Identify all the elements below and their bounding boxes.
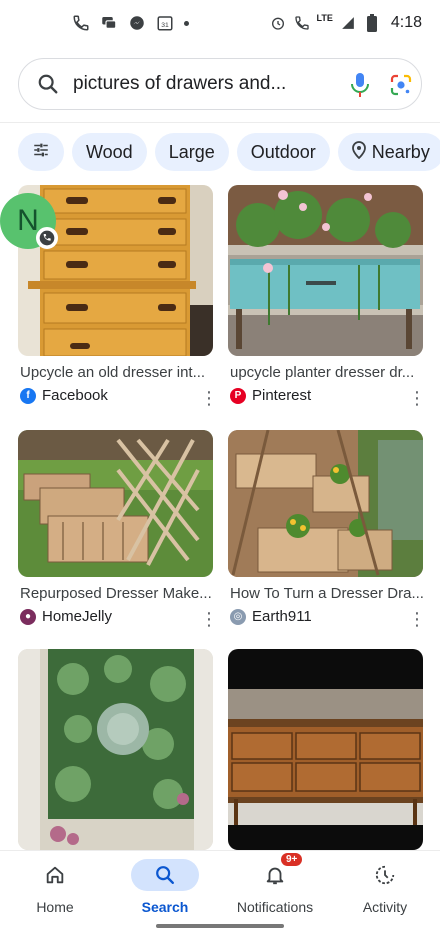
- nav-label: Activity: [362, 899, 408, 915]
- search-bar[interactable]: pictures of drawers and...: [18, 58, 422, 110]
- messenger-icon: [128, 14, 146, 32]
- result-title[interactable]: Repurposed Dresser Make...: [20, 585, 212, 602]
- result-source[interactable]: ● HomeJelly: [20, 608, 112, 625]
- pinterest-icon: P: [230, 387, 246, 404]
- result-image-planter-dresser[interactable]: [228, 185, 423, 356]
- source-name: Facebook: [42, 387, 108, 404]
- google-lens-icon[interactable]: [389, 73, 413, 97]
- svg-text:31: 31: [161, 22, 169, 29]
- source-name: Earth911: [252, 608, 312, 625]
- microphone-icon[interactable]: [349, 72, 371, 98]
- result-image-wood-dresser[interactable]: [228, 649, 423, 850]
- chip-label: Wood: [86, 141, 133, 162]
- wifi-call-icon: [293, 14, 311, 32]
- wifi-call-icon: [72, 14, 90, 32]
- network-type: LTE: [316, 13, 333, 23]
- result-image-dresser-drawer-planters[interactable]: [228, 430, 423, 577]
- chip-label: Outdoor: [250, 141, 316, 162]
- facebook-icon: f: [20, 387, 36, 404]
- source-name: Pinterest: [252, 387, 312, 404]
- alarm-icon: [269, 14, 287, 32]
- home-indicator: [156, 924, 284, 928]
- nav-search[interactable]: Search: [115, 859, 215, 915]
- location-pin-icon: [351, 140, 366, 164]
- chip-large[interactable]: Large: [154, 133, 229, 171]
- nav-notifications[interactable]: 9+ Notifications: [225, 853, 325, 915]
- nav-activity[interactable]: Activity: [335, 859, 435, 915]
- status-bar: 31 LTE 4:18: [0, 0, 440, 50]
- earth911-icon: ◎: [230, 608, 246, 625]
- signal-icon: [339, 14, 357, 32]
- phone-badge-icon: [36, 227, 58, 249]
- homejelly-icon: ●: [20, 608, 36, 625]
- chip-filters[interactable]: [18, 133, 64, 171]
- search-query[interactable]: pictures of drawers and...: [73, 73, 286, 95]
- result-title[interactable]: How To Turn a Dresser Dra...: [230, 585, 424, 602]
- header-divider: [0, 122, 440, 123]
- result-image-succulent-frame[interactable]: [18, 649, 213, 850]
- battery-icon: [363, 14, 381, 32]
- chip-label: Large: [168, 141, 215, 162]
- bell-icon: 9+: [245, 853, 305, 891]
- avatar[interactable]: N: [0, 193, 58, 249]
- calendar-icon: 31: [156, 14, 174, 32]
- chip-label: Nearby: [371, 141, 430, 162]
- more-options-icon[interactable]: ⋮: [408, 610, 426, 628]
- chip-wood[interactable]: Wood: [72, 133, 147, 171]
- result-source[interactable]: P Pinterest: [230, 387, 311, 404]
- clock: 4:18: [390, 14, 422, 31]
- message-icon: [100, 14, 118, 32]
- search-icon: [37, 73, 59, 95]
- chip-nearby[interactable]: Nearby: [337, 133, 440, 171]
- notification-dot: [184, 20, 189, 26]
- avatar-letter: N: [17, 204, 39, 237]
- source-name: HomeJelly: [42, 608, 113, 625]
- notification-count-badge: 9+: [281, 853, 303, 866]
- search-icon: [131, 859, 199, 891]
- chip-outdoor[interactable]: Outdoor: [236, 133, 330, 171]
- tune-icon: [32, 141, 50, 164]
- result-title[interactable]: Upcycle an old dresser int...: [20, 364, 205, 381]
- nav-label: Notifications: [236, 899, 314, 915]
- activity-icon: [355, 859, 415, 891]
- result-title[interactable]: upcycle planter dresser dr...: [230, 364, 414, 381]
- result-image-repurposed-dresser[interactable]: [18, 430, 213, 577]
- more-options-icon[interactable]: ⋮: [408, 389, 426, 407]
- result-source[interactable]: ◎ Earth911: [230, 608, 312, 625]
- more-options-icon[interactable]: ⋮: [200, 610, 218, 628]
- result-source[interactable]: f Facebook: [20, 387, 108, 404]
- nav-home[interactable]: Home: [5, 859, 105, 915]
- nav-label: Search: [141, 899, 189, 915]
- filter-chips: Wood Large Outdoor Nearby: [18, 133, 440, 171]
- more-options-icon[interactable]: ⋮: [200, 389, 218, 407]
- nav-label: Home: [36, 899, 74, 915]
- home-icon: [25, 859, 85, 891]
